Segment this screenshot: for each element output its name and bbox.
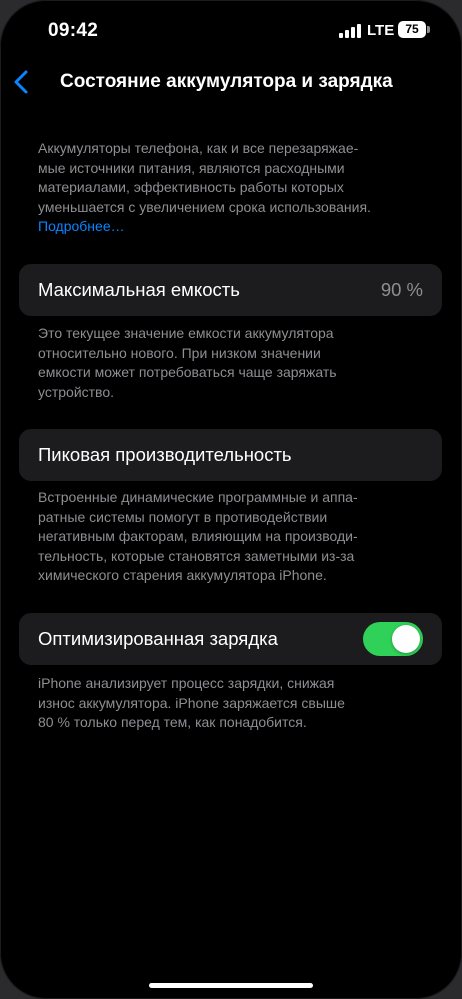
- footer-line: ратные системы помогут в противодействии: [38, 508, 328, 525]
- footer-line: химического старения аккумулятора iPhone…: [38, 567, 327, 583]
- max-capacity-value: 90 %: [380, 279, 423, 300]
- optimized-charging-label: Оптимизированная зарядка: [38, 628, 278, 649]
- page-title: Состояние аккумулятора и зарядка: [60, 71, 393, 92]
- optimized-charging-toggle[interactable]: [363, 622, 423, 656]
- peak-performance-label: Пиковая производительность: [38, 444, 292, 465]
- learn-more-link[interactable]: Подробнее…: [38, 217, 424, 237]
- max-capacity-footer: Это текущее значение емкости аккумулятор…: [38, 324, 424, 402]
- peak-performance-row: Пиковая производительность: [19, 429, 442, 481]
- chevron-left-icon: [14, 70, 28, 94]
- peak-performance-footer: Встроенные динамические программные и ап…: [38, 488, 424, 586]
- battery-nub: [427, 26, 430, 33]
- intro-line: материалами, эффективность работы которы…: [38, 179, 344, 195]
- optimized-charging-row: Оптимизированная зарядка: [19, 613, 442, 665]
- footer-line: относительно нового. При низком значении: [38, 344, 321, 361]
- phone-screen: 09:42 LTE 75 Состояние аккумулятора и за…: [0, 0, 462, 999]
- footer-line: емкости может потребоваться чаще заряжат…: [38, 364, 337, 380]
- battery-icon: 75: [398, 21, 426, 38]
- signal-icon: [339, 24, 361, 38]
- footer-line: износ аккумулятора. iPhone заряжается св…: [38, 694, 345, 711]
- footer-line: 80 % только перед тем, как понадобится.: [38, 714, 307, 730]
- footer-line: Это текущее значение емкости аккумулятор…: [38, 325, 334, 341]
- carrier-label: LTE: [367, 22, 395, 39]
- home-indicator[interactable]: [149, 983, 313, 988]
- max-capacity-label: Максимальная емкость: [38, 279, 240, 300]
- intro-line: уменьшается с увеличением срока использо…: [38, 198, 371, 215]
- footer-line: устройство.: [38, 383, 115, 400]
- back-button[interactable]: [6, 64, 40, 100]
- toggle-knob: [392, 625, 420, 653]
- optimized-charging-footer: iPhone анализирует процесс зарядки, сниж…: [38, 674, 424, 733]
- status-bar: 09:42 LTE 75: [0, 0, 462, 60]
- max-capacity-row: Максимальная емкость 90 %: [19, 264, 442, 316]
- footer-line: iPhone анализирует процесс зарядки, сниж…: [38, 675, 335, 691]
- footer-line: негативным факторам, влияющим на произво…: [38, 528, 358, 544]
- intro-line: Аккумуляторы телефона, как и все перезар…: [38, 140, 359, 156]
- footer-line: тельность, которые становятся заметными …: [38, 547, 355, 564]
- footer-line: Встроенные динамические программные и ап…: [38, 489, 358, 505]
- intro-text: Аккумуляторы телефона, как и все перезар…: [38, 139, 424, 237]
- status-time: 09:42: [48, 20, 99, 41]
- intro-line: мые источники питания, являются расходны…: [38, 159, 345, 176]
